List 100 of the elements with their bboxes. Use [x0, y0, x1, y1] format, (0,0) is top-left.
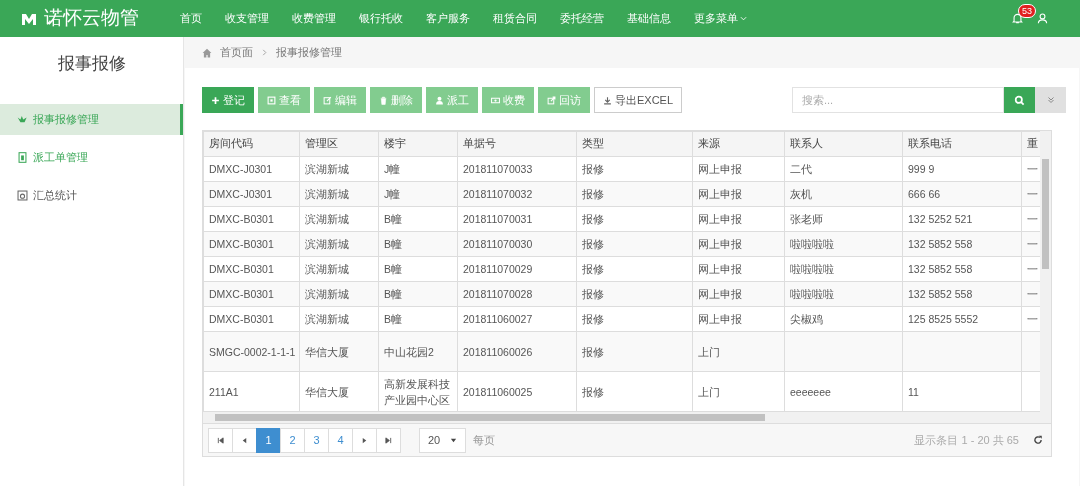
- table-cell: 滨湖新城: [305, 288, 349, 300]
- table-cell: 网上申报: [698, 163, 742, 175]
- table-cell: 一: [1027, 213, 1038, 225]
- sidebar-title: 报事报修: [56, 53, 127, 75]
- table-cell: 132 5252 521: [908, 213, 973, 225]
- table-cell: 11: [908, 385, 919, 398]
- double-chevron-icon: [1046, 96, 1055, 104]
- table-cell: 报修: [582, 213, 604, 225]
- nav-item[interactable]: 租赁合同: [493, 10, 537, 27]
- table-cell: 报修: [582, 345, 604, 358]
- dropdown-icon: [450, 436, 457, 444]
- first-page-button[interactable]: [208, 427, 233, 453]
- table-cell: 滨湖新城: [305, 188, 349, 200]
- page-button[interactable]: 3: [304, 427, 329, 453]
- toolbar-button[interactable]: 编辑: [314, 87, 366, 113]
- table-cell: 滨湖新城: [305, 163, 349, 175]
- table-cell: 一: [1027, 313, 1038, 325]
- column-header: 单据号: [457, 131, 577, 157]
- edit-icon: [323, 95, 332, 105]
- toolbar-button[interactable]: 删除: [370, 87, 422, 113]
- last-page-button[interactable]: [376, 427, 401, 453]
- chart-icon: [17, 190, 28, 201]
- table-cell: 滨湖新城: [305, 213, 349, 225]
- toolbar-button[interactable]: 回访: [538, 87, 590, 113]
- table-cell: J幢: [384, 163, 401, 175]
- refresh-icon: [1033, 435, 1043, 445]
- search-field[interactable]: 搜索...: [792, 87, 1004, 113]
- page-button[interactable]: 1: [256, 427, 281, 453]
- page-button[interactable]: 4: [328, 427, 353, 453]
- last-page-icon: [385, 436, 392, 444]
- column-header: 来源: [692, 131, 785, 157]
- table-cell: 201811060025: [463, 385, 533, 398]
- table-cell: 华信大厦: [305, 385, 349, 398]
- external-link-icon: [547, 95, 556, 105]
- nav-item[interactable]: 更多菜单: [694, 10, 747, 27]
- breadcrumb-item[interactable]: 首页面: [220, 44, 253, 61]
- table-cell: DMXC-B0301: [209, 263, 274, 275]
- toolbar-button[interactable]: 收费: [482, 87, 534, 113]
- table-cell: 报修: [582, 163, 604, 175]
- user-icon: [1037, 13, 1048, 24]
- table-cell: 201811070029: [463, 263, 533, 275]
- plus-icon: [211, 95, 220, 105]
- sidebar-item[interactable]: 派工单管理: [0, 142, 183, 173]
- next-icon: [361, 436, 368, 444]
- toolbar-button[interactable]: 查看: [258, 87, 310, 113]
- table-cell: 网上申报: [698, 213, 742, 225]
- table-cell: 201811060027: [463, 313, 533, 325]
- nav-item[interactable]: 银行托收: [359, 10, 403, 27]
- table-cell: 一: [1027, 288, 1038, 300]
- table-cell: 一: [1027, 163, 1038, 175]
- table-cell: 一: [1027, 188, 1038, 200]
- table-cell: 网上申报: [698, 238, 742, 250]
- sidebar-item[interactable]: 汇总统计: [0, 180, 183, 211]
- table-cell: DMXC-B0301: [209, 288, 274, 300]
- table-cell: 报修: [582, 313, 604, 325]
- table-cell: 666 66: [908, 188, 941, 200]
- table-cell: 滨湖新城: [305, 313, 349, 325]
- table-cell: B幢: [384, 263, 402, 275]
- view-icon: [267, 95, 276, 105]
- nav-item[interactable]: 首页: [180, 10, 202, 27]
- table-cell: DMXC-B0301: [209, 213, 274, 225]
- table-cell: B幢: [384, 213, 402, 225]
- table-cell: 201811070032: [463, 188, 533, 200]
- nav-item[interactable]: 收支管理: [225, 10, 269, 27]
- table-cell: 网上申报: [698, 188, 742, 200]
- page-button[interactable]: 2: [280, 427, 305, 453]
- refresh-button[interactable]: [1033, 435, 1043, 445]
- table-cell: 报修: [582, 263, 604, 275]
- table-cell: 报修: [582, 385, 604, 398]
- sidebar-item[interactable]: 报事报修管理: [0, 104, 183, 135]
- table-cell: 灰机: [790, 188, 812, 200]
- table-cell: 啦啦啦啦: [790, 238, 834, 250]
- nav-item[interactable]: 收费管理: [292, 10, 336, 27]
- notification-badge: 53: [1018, 4, 1036, 18]
- previous-icon: [241, 436, 248, 444]
- table-cell: 网上申报: [698, 263, 742, 275]
- table-cell: 报修: [582, 288, 604, 300]
- nav-item[interactable]: 委托经营: [560, 10, 604, 27]
- vertical-scrollbar[interactable]: [1040, 131, 1051, 412]
- table-cell: 125 8525 5552: [908, 313, 979, 325]
- page-size-select[interactable]: 20: [419, 427, 466, 453]
- toolbar-button[interactable]: 导出EXCEL: [594, 87, 683, 113]
- table-cell: 中山花园2: [384, 345, 434, 358]
- table-cell: 啦啦啦啦: [790, 263, 834, 275]
- horizontal-scrollbar[interactable]: [203, 412, 1051, 423]
- table-cell: 211A1: [209, 385, 239, 398]
- trash-icon: [379, 95, 388, 105]
- table-cell: 张老师: [790, 213, 823, 225]
- table-cell: 201811060026: [463, 345, 533, 358]
- search-button[interactable]: [1004, 87, 1035, 113]
- table-cell: B幢: [384, 313, 402, 325]
- nav-item[interactable]: 客户服务: [426, 10, 470, 27]
- table-cell: 201811070033: [463, 163, 533, 175]
- toolbar-button[interactable]: 登记: [202, 87, 254, 113]
- table-cell: 201811070031: [463, 213, 533, 225]
- nav-item[interactable]: 基础信息: [627, 10, 671, 27]
- caret-icon: [740, 15, 747, 22]
- toolbar-button[interactable]: 派工: [426, 87, 478, 113]
- home-icon: [202, 47, 212, 58]
- previous-page-button[interactable]: [232, 427, 257, 453]
